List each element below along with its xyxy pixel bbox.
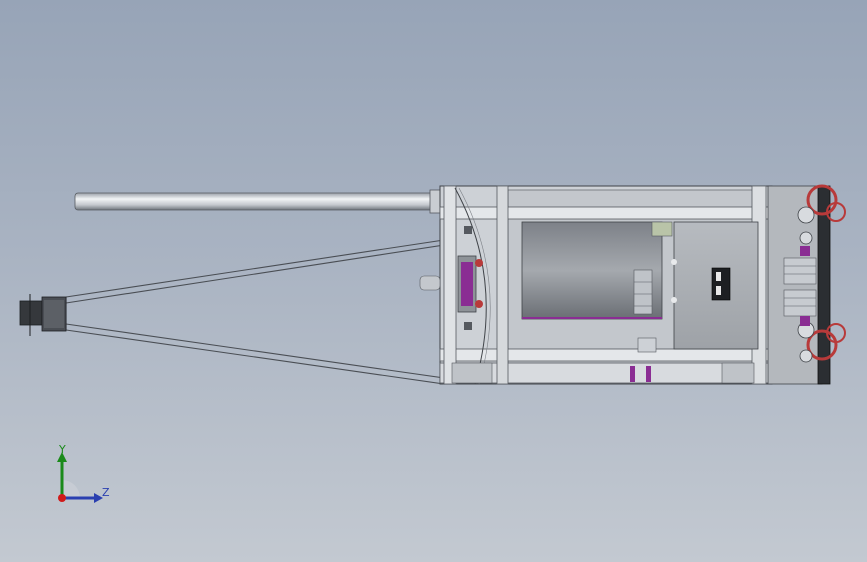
z-axis-label: Z [102, 486, 110, 499]
control-box [671, 221, 759, 350]
tow-frame [65, 239, 445, 385]
graphics-viewport[interactable]: Y Z [0, 0, 867, 562]
rear-wheel-assembly [767, 184, 846, 385]
hitch-mount [19, 294, 67, 336]
coordinate-triad: Y Z [40, 440, 120, 515]
x-axis-dot-icon [58, 494, 66, 502]
cad-model-side-view[interactable] [0, 0, 867, 562]
y-axis-label: Y [59, 443, 66, 456]
motor-drum [521, 221, 673, 320]
handle-rod [74, 189, 445, 214]
